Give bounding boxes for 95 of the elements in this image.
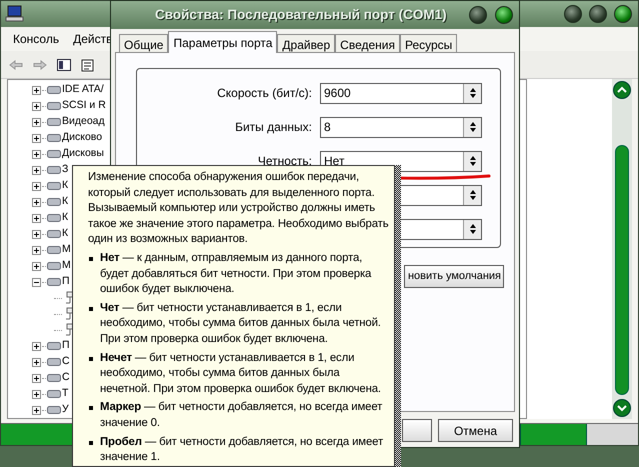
- tab[interactable]: Драйвер: [277, 34, 336, 53]
- expand-toggle[interactable]: [32, 86, 41, 94]
- device-icon: [47, 404, 61, 416]
- expand-toggle[interactable]: [32, 134, 41, 142]
- spinner-icon: [463, 220, 481, 238]
- tree-item[interactable]: П: [62, 274, 70, 290]
- expand-toggle[interactable]: [32, 246, 41, 254]
- device-icon: [47, 372, 61, 384]
- scroll-up-icon[interactable]: [613, 81, 631, 99]
- expand-toggle[interactable]: [32, 390, 41, 398]
- tree-item[interactable]: SCSI и R: [62, 98, 106, 114]
- tree-item[interactable]: Дисково: [62, 130, 102, 146]
- device-icon: [47, 356, 61, 368]
- collapse-toggle[interactable]: [32, 278, 41, 286]
- restore-defaults-button[interactable]: новить умолчания: [404, 265, 504, 288]
- tree-item[interactable]: П: [62, 338, 70, 354]
- option-description: Чет — бит четности устанавливается в 1, если необходимо, чтобы сумма битов данных была четной. При этом проверка ошибок будет включена.: [100, 300, 382, 347]
- device-icon: [47, 244, 61, 256]
- device-icon: [47, 84, 61, 96]
- tree-item[interactable]: З: [62, 162, 68, 178]
- expand-toggle[interactable]: [32, 102, 41, 110]
- tooltip-description: Изменение способа обнаружения ошибок передачи, который следует использовать для выделенного порта. Вызываемый компьютер или устройство должны иметь такое же значение этого параметра. Необходимо выбрать один из возможных вариантов.: [88, 170, 390, 248]
- panel-icon[interactable]: [57, 58, 71, 70]
- spinner-icon: [463, 118, 481, 136]
- device-icon: [47, 196, 61, 208]
- dropdown[interactable]: 9600: [320, 82, 482, 104]
- option-description: Нет — к данным, отправляемым из данного порта, будет добавляться бит четности. При этом проверка ошибок будет выключена.: [100, 250, 372, 298]
- device-icon: [47, 148, 61, 160]
- spinner-icon: [463, 152, 481, 170]
- option-description: Нечет — бит четности устанавливается в 1, если необходимо, чтобы сумма битов данных была нечетной. При этом проверка ошибок будет включена.: [100, 350, 382, 397]
- expand-toggle[interactable]: [32, 198, 41, 206]
- tree-item[interactable]: К: [62, 226, 68, 242]
- expand-toggle[interactable]: [32, 342, 41, 350]
- tab[interactable]: Параметры порта: [168, 31, 278, 53]
- spinner-icon: [463, 186, 481, 204]
- expand-toggle[interactable]: [32, 406, 41, 414]
- tree-item[interactable]: К: [62, 194, 68, 210]
- menu-item[interactable]: Консоль: [13, 30, 60, 48]
- minimize-button[interactable]: [564, 5, 582, 23]
- expand-toggle[interactable]: [32, 118, 41, 126]
- device-icon: [47, 116, 61, 128]
- tree-item[interactable]: М: [62, 242, 71, 258]
- partial-button[interactable]: [402, 419, 432, 442]
- scroll-down-icon[interactable]: [613, 399, 631, 417]
- tree-item[interactable]: Видеоад: [62, 114, 105, 130]
- tab[interactable]: Сведения: [335, 34, 400, 53]
- tree-item[interactable]: М: [62, 258, 71, 274]
- expand-toggle[interactable]: [32, 262, 41, 270]
- tree-item[interactable]: К: [62, 210, 68, 226]
- close-button[interactable]: [614, 5, 632, 23]
- cancel-button[interactable]: Отмена: [438, 419, 513, 442]
- device-icon: [47, 228, 61, 240]
- tab[interactable]: Ресурсы: [400, 34, 458, 53]
- tree-item[interactable]: Т: [62, 386, 68, 402]
- option-description: Пробел — бит четности добавляется, но всегда имеет значение 1.: [100, 434, 384, 466]
- bullet-icon: [89, 306, 93, 311]
- device-icon: [47, 340, 61, 352]
- device-icon: [47, 132, 61, 144]
- field-label: Четность:: [258, 154, 312, 168]
- help-button[interactable]: [469, 6, 487, 24]
- field-label: Биты данных:: [235, 120, 312, 134]
- maximize-button[interactable]: [589, 5, 607, 23]
- device-icon: [47, 180, 61, 192]
- expand-toggle[interactable]: [32, 166, 41, 174]
- computer-icon: [5, 5, 25, 23]
- device-icon: [47, 388, 61, 400]
- tree-item[interactable]: С: [62, 370, 70, 386]
- bullet-icon: [89, 440, 93, 444]
- device-icon: [47, 164, 61, 176]
- bullet-icon: [89, 406, 93, 410]
- tab[interactable]: Общие: [119, 34, 168, 53]
- device-icon: [47, 276, 61, 288]
- bullet-icon: [89, 356, 93, 361]
- expand-toggle[interactable]: [32, 214, 41, 222]
- expand-toggle[interactable]: [32, 230, 41, 238]
- tree-item[interactable]: С: [62, 354, 70, 370]
- scrollbar[interactable]: [612, 79, 632, 419]
- tree-item[interactable]: У: [62, 402, 69, 418]
- expand-toggle[interactable]: [32, 182, 41, 190]
- expand-toggle[interactable]: [32, 150, 41, 158]
- tree-item[interactable]: Дисковы: [62, 146, 104, 162]
- device-icon: [47, 260, 61, 272]
- tree-item[interactable]: К: [62, 178, 68, 194]
- device-icon: [47, 100, 61, 112]
- tree-item[interactable]: IDE ATA/: [62, 82, 104, 98]
- device-icon: [47, 212, 61, 224]
- expand-toggle[interactable]: [32, 374, 41, 382]
- expand-toggle[interactable]: [32, 358, 41, 366]
- close-button[interactable]: [495, 6, 513, 24]
- option-description: Маркер — бит четности добавляется, но всегда имеет значение 0.: [100, 400, 384, 431]
- bullet-icon: [89, 256, 93, 261]
- dropdown[interactable]: 8: [320, 116, 482, 138]
- spinner-icon: [463, 84, 481, 102]
- field-label: Скорость (бит/с):: [217, 86, 312, 100]
- dialog-title: Свойства: Последовательный порт (COM1): [155, 6, 447, 24]
